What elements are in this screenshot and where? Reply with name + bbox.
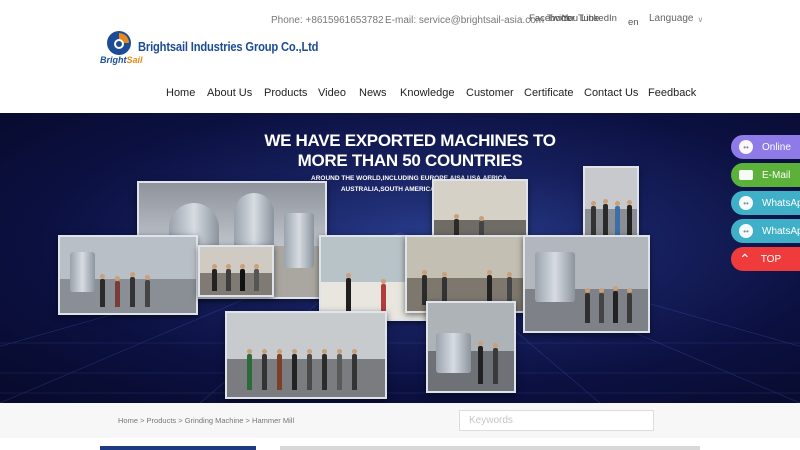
nav-video[interactable]: Video [318,87,346,99]
brand-logo-icon [107,31,131,55]
search-input[interactable] [459,410,654,431]
chevron-down-icon: ∨ [697,15,704,24]
breadcrumb[interactable]: Home > Products > Grinding Machine > Ham… [118,416,294,425]
company-name: Brightsail Industries Group Co.,Ltd [138,39,319,54]
nav-feedback[interactable]: Feedback [648,87,696,99]
banner-photo-team-2 [198,245,274,297]
language-code[interactable]: en [628,17,639,28]
float-whatsapp-button-1[interactable]: ••WhatsApp [731,191,800,215]
float-email-button[interactable]: E-Mail [731,163,800,187]
chat-bubble-icon: •• [739,140,753,154]
nav-home[interactable]: Home [166,87,195,99]
banner-headline: WE HAVE EXPORTED MACHINES TO MORE THAN 5… [264,131,556,170]
chat-bubble-icon: •• [739,196,753,210]
banner-photo-team-1 [58,235,198,315]
nav-products[interactable]: Products [264,87,307,99]
banner-photo-group [225,311,387,399]
nav-news[interactable]: News [359,87,387,99]
language-label: Language [649,13,694,24]
nav-knowledge[interactable]: Knowledge [400,87,454,99]
banner-subline: AROUND THE WORLD,INCLUDING EUROPE,AISA,U… [311,175,509,193]
nav-contact-us[interactable]: Contact Us [584,87,638,99]
nav-about-us[interactable]: About Us [207,87,252,99]
breadcrumb-bar: Home > Products > Grinding Machine > Ham… [0,403,800,438]
site-logo[interactable]: BrightSail Brightsail Industries Group C… [100,30,318,70]
header-phone[interactable]: Phone: +8615961653782 [271,15,384,26]
chevron-up-icon: ⌃ [739,251,751,267]
envelope-icon [739,170,753,180]
header-email[interactable]: E-mail: service@brightsail-asia.com [385,15,544,26]
site-header: Phone: +8615961653782 E-mail: service@br… [0,0,800,113]
float-whatsapp-button-2[interactable]: ••WhatsApp [731,219,800,243]
sidebar-heading-bar [100,446,256,450]
logo-short-name: BrightSail [100,55,143,65]
nav-certificate[interactable]: Certificate [524,87,574,99]
nav-customer[interactable]: Customer [466,87,514,99]
chat-bubble-icon: •• [739,224,753,238]
float-online-button[interactable]: •• Online [731,135,800,159]
banner-photo-workers [426,301,516,393]
banner-photo-workshop-team [583,166,639,244]
language-selector[interactable]: Language ∨ [649,13,703,24]
banner-photo-machine-line [523,235,650,333]
float-top-button[interactable]: ⌃ TOP [731,247,800,271]
content-heading-bar [280,446,700,450]
social-linkedin-link[interactable]: LinkedIn [581,13,617,24]
social-links: Facebook Twitter YouTube LinkedIn en [529,13,639,31]
hero-banner[interactable]: WE HAVE EXPORTED MACHINES TO MORE THAN 5… [0,113,800,403]
